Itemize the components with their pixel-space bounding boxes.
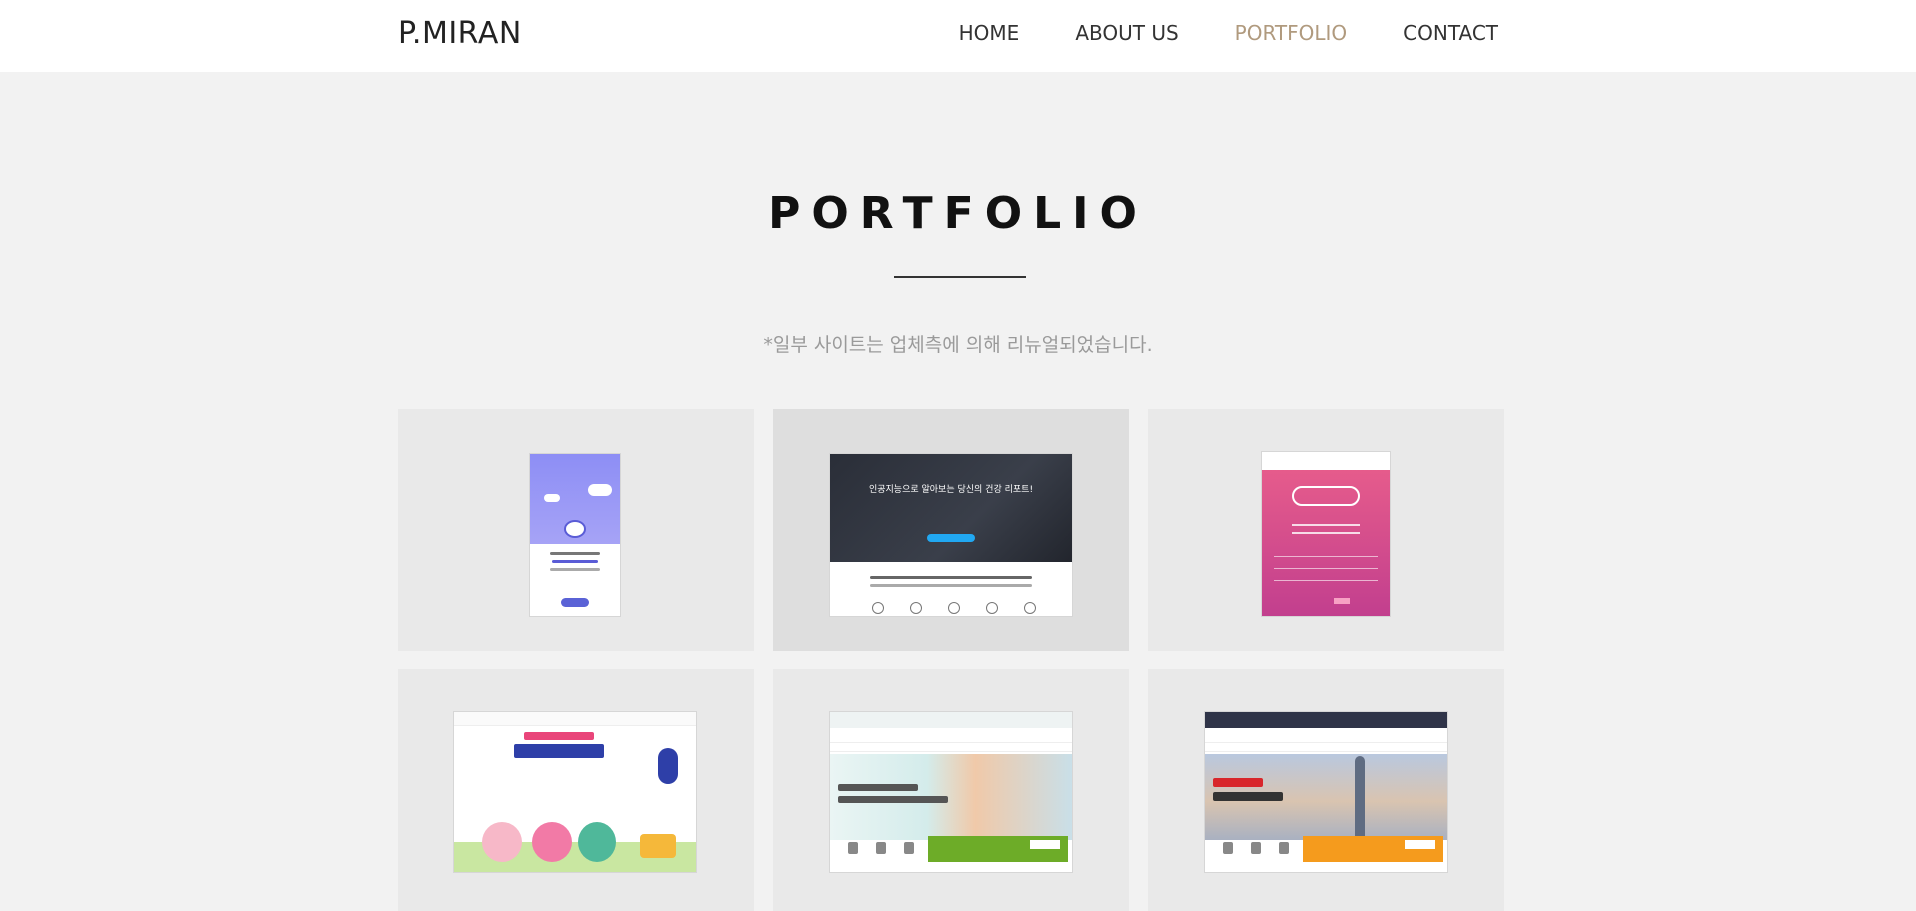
thumb-nav [830, 742, 1072, 752]
thumb-text-line [550, 568, 600, 571]
character-illustration [532, 822, 572, 862]
cloud-shape [544, 494, 560, 502]
thumb-subheadline [1213, 792, 1283, 801]
title-divider [894, 276, 1026, 278]
main-nav: HOME ABOUT US PORTFOLIO CONTACT [959, 21, 1498, 45]
thumb-text-line [552, 560, 598, 563]
nav-about-us[interactable]: ABOUT US [1075, 21, 1178, 45]
thumb-icon [910, 602, 922, 614]
section-title: PORTFOLIO [768, 188, 1148, 239]
nav-contact[interactable]: CONTACT [1403, 21, 1498, 45]
thumb-text-line [1292, 524, 1360, 526]
thumb-text-line [1292, 532, 1360, 534]
thumb-table-row [1274, 556, 1378, 557]
portfolio-thumbnail-4[interactable] [454, 712, 696, 872]
portfolio-thumbnail-1[interactable] [530, 454, 620, 616]
thumb-button [927, 534, 975, 542]
thumb-text-line [870, 584, 1032, 587]
thumb-hero: 인공지능으로 알아보는 당신의 건강 리포트! [830, 454, 1072, 562]
thumb-text-line [870, 576, 1032, 579]
nav-home[interactable]: HOME [959, 21, 1020, 45]
thumb-icon [1279, 842, 1289, 854]
thumb-topbar [1262, 452, 1390, 470]
thumb-icon [948, 602, 960, 614]
thumb-headline [514, 744, 604, 758]
thumb-icon [904, 842, 914, 854]
thumb-icon [1251, 842, 1261, 854]
thumb-button [1334, 598, 1350, 604]
portfolio-thumbnail-5[interactable] [830, 712, 1072, 872]
thumb-headline: 인공지능으로 알아보는 당신의 건강 리포트! [868, 485, 1034, 495]
thumb-topbar [830, 712, 1072, 728]
thumb-headline [1213, 778, 1263, 787]
thumb-subheadline [524, 732, 594, 740]
nav-portfolio[interactable]: PORTFOLIO [1235, 21, 1348, 45]
chat-bubble-icon [564, 520, 586, 538]
character-illustration [578, 822, 616, 862]
thumb-text-line [838, 784, 918, 791]
thumb-text-line [838, 796, 948, 803]
site-logo[interactable]: P.MIRAN [398, 16, 522, 51]
thumb-button [1030, 840, 1060, 849]
thumb-nav [1205, 742, 1447, 752]
thumb-table-row [1274, 568, 1378, 569]
thumb-icon [876, 842, 886, 854]
thumb-button [561, 598, 589, 607]
tower-illustration [1355, 756, 1365, 840]
portfolio-thumbnail-6[interactable] [1205, 712, 1447, 872]
character-illustration [482, 822, 522, 862]
thumb-brand-logo [1292, 486, 1360, 506]
thumb-topbar [1205, 712, 1447, 728]
thumb-icon [848, 842, 858, 854]
thumb-icon [986, 602, 998, 614]
bus-illustration [640, 834, 676, 858]
cloud-shape [588, 484, 612, 496]
portfolio-thumbnail-3[interactable] [1262, 452, 1390, 616]
thumb-topbar [454, 712, 696, 726]
thumb-button [1405, 840, 1435, 849]
portfolio-thumbnail-2[interactable]: 인공지능으로 알아보는 당신의 건강 리포트! [830, 454, 1072, 616]
thumb-badge [658, 748, 678, 784]
thumb-icon [872, 602, 884, 614]
thumb-table-row [1274, 580, 1378, 581]
thumb-icon [1024, 602, 1036, 614]
site-header: P.MIRAN HOME ABOUT US PORTFOLIO CONTACT [0, 0, 1916, 72]
renewal-note: *일부 사이트는 업체측에 의해 리뉴얼되었습니다. [763, 334, 1153, 356]
thumb-text-line [550, 552, 600, 555]
thumb-icon [1223, 842, 1233, 854]
